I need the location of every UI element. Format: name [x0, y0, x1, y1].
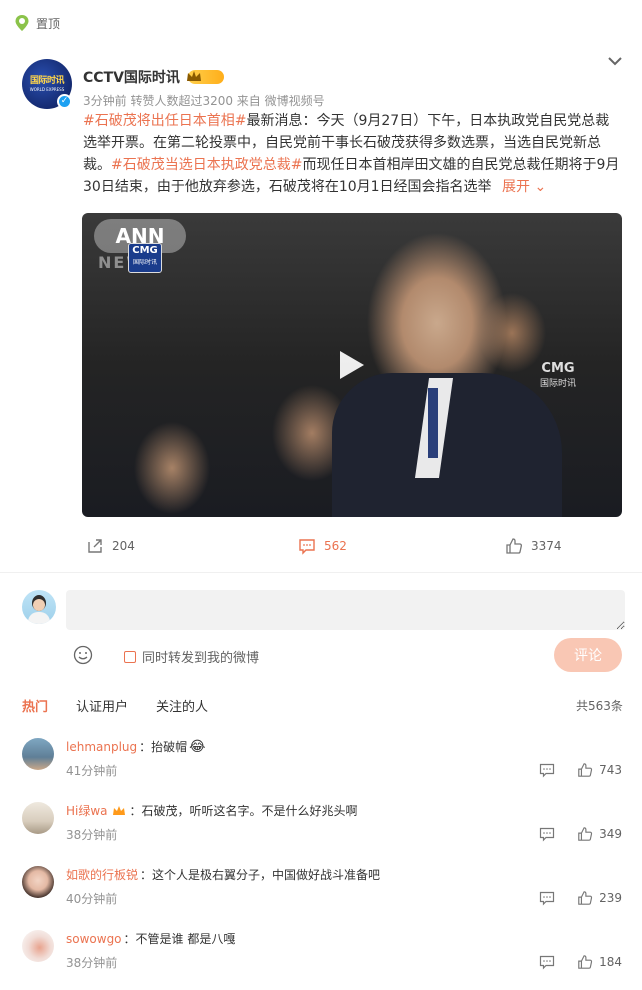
member-crown-icon [186, 70, 224, 84]
like-count: 3374 [531, 539, 562, 553]
thumbs-up-icon [577, 954, 593, 970]
comment-item: lehmanplug ：抬破帽 😂 41分钟前 743 [22, 738, 622, 798]
laughing-emoji-icon: 😂 [189, 738, 206, 755]
cmg-logo: CMG 国际时讯 [128, 243, 162, 273]
post-text: #石破茂将出任日本首相#最新消息：今天（9月27日）下午，日本执政党自民党总裁选… [83, 110, 623, 198]
topic-link[interactable]: #石破茂当选日本执政党总裁# [111, 157, 302, 173]
comment-input[interactable] [66, 590, 625, 630]
comment-filter-tabs: 热门 认证用户 关注的人 [22, 696, 236, 715]
avatar-logo-sub: WORLD EXPRESS [29, 87, 65, 92]
comment-item: 如歌的行板锐 ：这个人是极右翼分子，中国做好战斗准备吧 40分钟前 239 [22, 866, 622, 926]
comment-time: 38分钟前 [66, 956, 118, 970]
commenter-avatar[interactable] [22, 802, 54, 834]
post-meta: 3分钟前 转赞人数超过3200 来自 微博视频号 [83, 94, 325, 108]
comment-like-count: 239 [599, 891, 622, 905]
comment-like-button[interactable]: 239 [577, 890, 622, 906]
thumbs-up-icon [505, 537, 523, 555]
commenter-name[interactable]: lehmanplug [66, 740, 137, 754]
reply-icon[interactable] [539, 762, 555, 778]
play-button-icon[interactable] [332, 347, 368, 383]
comment-like-count: 743 [599, 763, 622, 777]
weibo-post-card: 置顶 国际时讯 WORLD EXPRESS ✓ CCTV国际时讯 3分钟前 转赞… [0, 0, 642, 990]
expand-chevron-icon: ⌄ [534, 179, 547, 195]
like-action[interactable]: 3374 [505, 537, 562, 555]
comment-like-count: 184 [599, 955, 622, 969]
pinned-label: 置顶 [36, 16, 61, 31]
commenter-name[interactable]: 如歌的行板锐 [66, 866, 138, 883]
comment-text: ：抬破帽 [139, 740, 188, 754]
thumbs-up-icon [577, 890, 593, 906]
repost-action[interactable]: 204 [86, 537, 135, 555]
tab-following[interactable]: 关注的人 [156, 696, 208, 715]
comment-time: 38分钟前 [66, 828, 118, 842]
reply-icon[interactable] [539, 826, 555, 842]
author-avatar[interactable]: 国际时讯 WORLD EXPRESS ✓ [22, 59, 72, 109]
verified-badge-icon: ✓ [57, 94, 72, 109]
reply-icon[interactable] [539, 954, 555, 970]
video-player[interactable]: ANN NEWS CMG 国际时讯 CMG 国际时讯 [82, 213, 622, 517]
pinned-row: 置顶 [14, 14, 60, 32]
commenter-name[interactable]: Hi绿wa [66, 802, 108, 819]
comment-time: 41分钟前 [66, 764, 118, 778]
author-name[interactable]: CCTV国际时讯 [83, 67, 180, 87]
submit-comment-button[interactable]: 评论 [554, 638, 622, 672]
more-options-chevron-icon[interactable] [607, 56, 623, 66]
comment-action[interactable]: 562 [298, 537, 347, 555]
comment-time: 40分钟前 [66, 892, 118, 906]
avatar-logo-text: 国际时讯 [29, 76, 65, 86]
topic-link[interactable]: #石破茂将出任日本首相# [83, 113, 246, 129]
comment-total: 共563条 [576, 699, 623, 713]
thumbs-up-icon [577, 826, 593, 842]
tab-hot[interactable]: 热门 [22, 696, 48, 715]
comment-text: ：不管是谁 都是八嘎 [123, 932, 236, 946]
comment-like-button[interactable]: 184 [577, 954, 622, 970]
comment-count: 562 [324, 539, 347, 553]
vip-crown-icon [112, 805, 126, 817]
comment-like-button[interactable]: 743 [577, 762, 622, 778]
reply-icon[interactable] [539, 890, 555, 906]
repost-count: 204 [112, 539, 135, 553]
pin-icon [14, 14, 30, 32]
comment-text: ：这个人是极右翼分子，中国做好战斗准备吧 [140, 868, 381, 882]
comment-like-button[interactable]: 349 [577, 826, 622, 842]
comment-icon [298, 537, 316, 555]
commenter-avatar[interactable] [22, 738, 54, 770]
repost-icon [86, 537, 104, 555]
thumbs-up-icon [577, 762, 593, 778]
cmg-watermark-right: CMG 国际时讯 [540, 361, 577, 389]
commenter-avatar[interactable] [22, 866, 54, 898]
commenter-avatar[interactable] [22, 930, 54, 962]
my-avatar[interactable] [22, 590, 56, 624]
comment-item: sowowgo ：不管是谁 都是八嘎 38分钟前 184 [22, 930, 622, 990]
commenter-name[interactable]: sowowgo [66, 932, 122, 946]
comment-text: ：石破茂，听听这名字。不是什么好兆头啊 [129, 804, 358, 818]
repost-checkbox-label[interactable]: 同时转发到我的微博 [142, 647, 259, 666]
expand-link[interactable]: 展开 ⌄ [502, 179, 546, 195]
comment-like-count: 349 [599, 827, 622, 841]
emoji-picker-icon[interactable] [73, 645, 93, 665]
comment-item: Hi绿wa ：石破茂，听听这名字。不是什么好兆头啊 38分钟前 349 [22, 802, 622, 862]
tab-verified-users[interactable]: 认证用户 [76, 696, 128, 715]
repost-checkbox[interactable] [124, 650, 136, 663]
